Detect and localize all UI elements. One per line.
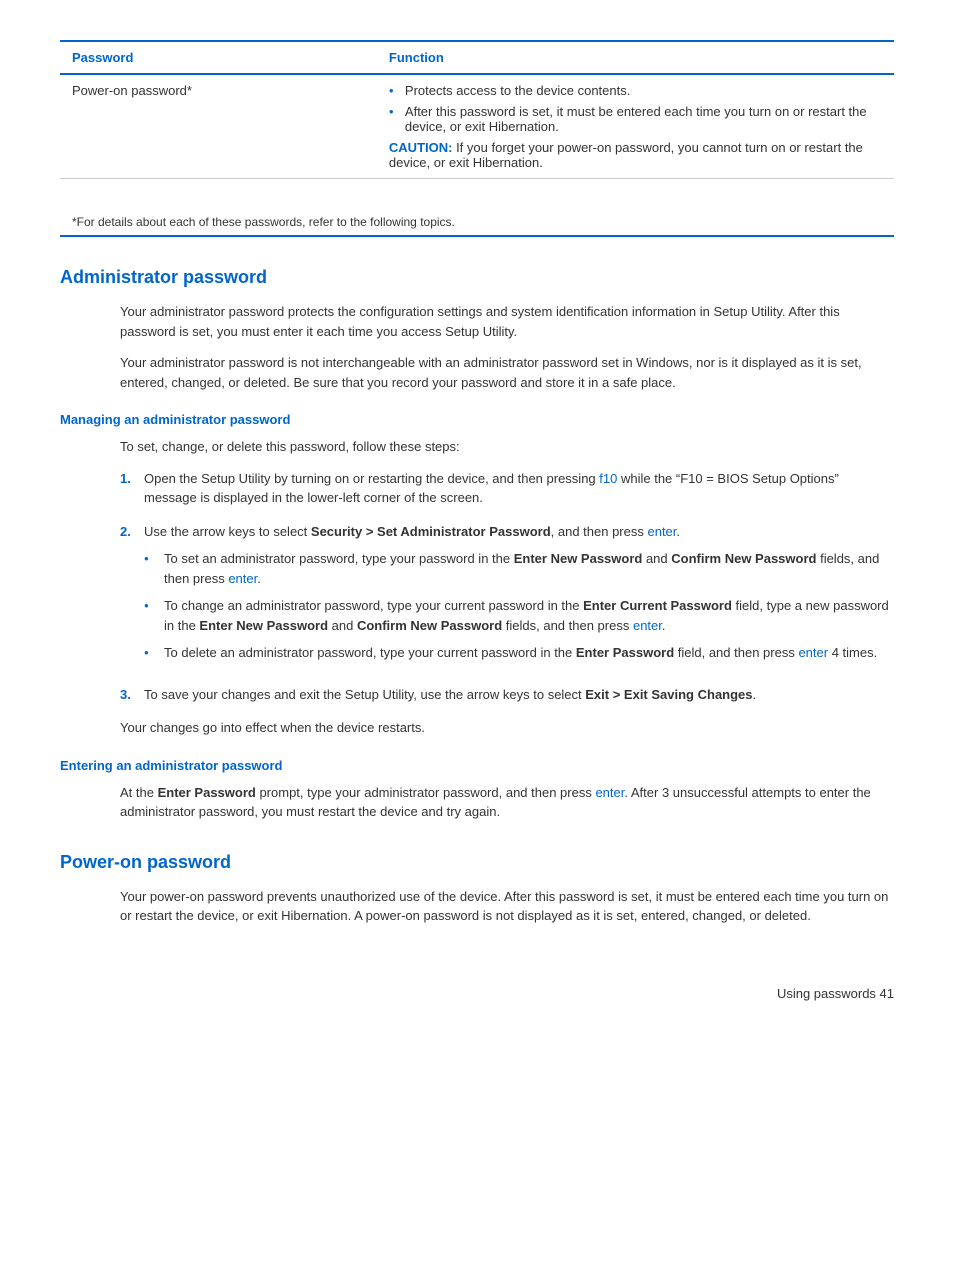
sub2-bold1: Enter Current Password [583, 598, 732, 613]
sub1-text-before: To set an administrator password, type y… [164, 551, 514, 566]
step-2-number: 2. [120, 522, 144, 671]
sub1-link[interactable]: enter [228, 571, 257, 586]
step-1-content: Open the Setup Utility by turning on or … [144, 469, 894, 508]
password-table: Password Function Power-on password* Pro… [60, 40, 894, 179]
sub2-link[interactable]: enter [633, 618, 662, 633]
sub2-text-before: To change an administrator password, typ… [164, 598, 583, 613]
step-3-text-before: To save your changes and exit the Setup … [144, 687, 585, 702]
sub2-bold3: Confirm New Password [357, 618, 502, 633]
power-on-para: Your power-on password prevents unauthor… [60, 887, 894, 926]
sub1-text-mid: and [642, 551, 671, 566]
sub2-bold2: Enter New Password [199, 618, 328, 633]
steps-list: 1. Open the Setup Utility by turning on … [60, 469, 894, 705]
step-1-text-before: Open the Setup Utility by turning on or … [144, 471, 599, 486]
sub-bullet-3: To delete an administrator password, typ… [144, 643, 894, 663]
managing-intro: To set, change, or delete this password,… [60, 437, 894, 457]
sub1-text-end: . [257, 571, 261, 586]
sub3-link[interactable]: enter [798, 645, 828, 660]
caution-text-content: If you forget your power-on password, yo… [389, 140, 863, 170]
admin-password-heading: Administrator password [60, 267, 894, 288]
caution-label: CAUTION: [389, 140, 453, 155]
sub-bullet-1: To set an administrator password, type y… [144, 549, 894, 588]
step-2-text-before: Use the arrow keys to select [144, 524, 311, 539]
sub2-text-mid2: and [328, 618, 357, 633]
entering-text-mid: prompt, type your administrator password… [256, 785, 596, 800]
step-3: 3. To save your changes and exit the Set… [120, 685, 894, 705]
table-footnote: *For details about each of these passwor… [60, 209, 894, 237]
table-row: Power-on password* Protects access to th… [60, 74, 894, 179]
sub2-text-end-before: fields, and then press [502, 618, 633, 633]
table-cell-function: Protects access to the device contents. … [377, 74, 894, 179]
entering-bold1: Enter Password [158, 785, 256, 800]
entering-link[interactable]: enter [595, 785, 624, 800]
sub1-bold2: Confirm New Password [671, 551, 816, 566]
table-header-function: Function [377, 41, 894, 74]
entering-text-before: At the [120, 785, 158, 800]
step-2: 2. Use the arrow keys to select Security… [120, 522, 894, 671]
step-1: 1. Open the Setup Utility by turning on … [120, 469, 894, 508]
page-content: Password Function Power-on password* Pro… [60, 40, 894, 1001]
managing-heading: Managing an administrator password [60, 412, 894, 427]
step-2-text-mid: , and then press [551, 524, 648, 539]
step-3-text-end: . [753, 687, 757, 702]
step-3-number: 3. [120, 685, 144, 705]
after-steps-text: Your changes go into effect when the dev… [60, 718, 894, 738]
sub3-bold1: Enter Password [576, 645, 674, 660]
sub2-text-end: . [662, 618, 666, 633]
entering-heading: Entering an administrator password [60, 758, 894, 773]
sub1-bold1: Enter New Password [514, 551, 643, 566]
step-2-sub-bullets: To set an administrator password, type y… [144, 549, 894, 663]
step-3-content: To save your changes and exit the Setup … [144, 685, 756, 705]
page-footer: Using passwords 41 [60, 986, 894, 1001]
caution-paragraph: CAUTION: If you forget your power-on pas… [389, 140, 882, 170]
sub3-text-end: 4 times. [828, 645, 877, 660]
sub-bullet-2: To change an administrator password, typ… [144, 596, 894, 635]
step-2-bold: Security > Set Administrator Password [311, 524, 551, 539]
bullet-item-1: Protects access to the device contents. [389, 83, 882, 98]
function-bullets: Protects access to the device contents. … [389, 83, 882, 134]
step-1-link-f10[interactable]: f10 [599, 471, 617, 486]
table-header-password: Password [60, 41, 377, 74]
entering-para: At the Enter Password prompt, type your … [60, 783, 894, 822]
step-2-text-end: . [676, 524, 680, 539]
sub3-text-mid: field, and then press [674, 645, 798, 660]
step-2-link-enter[interactable]: enter [647, 524, 676, 539]
sub3-text-before: To delete an administrator password, typ… [164, 645, 576, 660]
bullet-item-2: After this password is set, it must be e… [389, 104, 882, 134]
step-3-bold: Exit > Exit Saving Changes [585, 687, 752, 702]
footer-text: Using passwords 41 [777, 986, 894, 1001]
admin-para-2: Your administrator password is not inter… [60, 353, 894, 392]
step-1-number: 1. [120, 469, 144, 508]
power-on-heading: Power-on password [60, 852, 894, 873]
table-cell-password-name: Power-on password* [60, 74, 377, 179]
step-2-content: Use the arrow keys to select Security > … [144, 522, 894, 671]
admin-para-1: Your administrator password protects the… [60, 302, 894, 341]
